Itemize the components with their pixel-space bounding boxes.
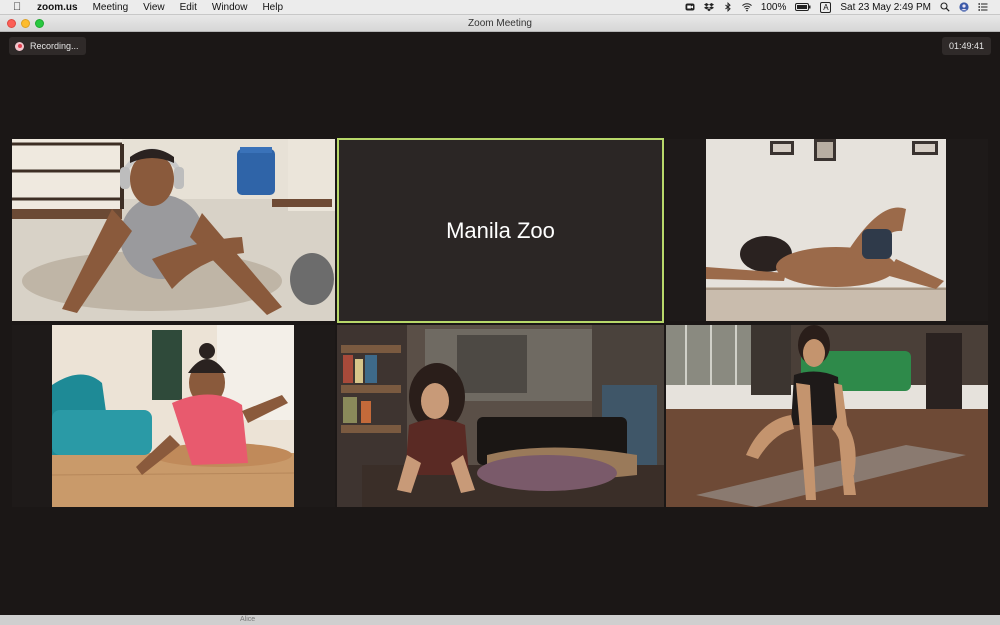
recording-label: Recording... — [30, 41, 79, 51]
user-avatar-icon[interactable] — [959, 2, 969, 12]
menu-help[interactable]: Help — [262, 0, 283, 15]
macos-menu-bar:  zoom.us Meeting View Edit Window Help … — [0, 0, 1000, 15]
minimize-window-button[interactable] — [21, 19, 30, 28]
video-tile-participant-6[interactable] — [666, 325, 988, 507]
menu-clock[interactable]: Sat 23 May 2:49 PM — [840, 0, 931, 15]
meeting-view: Recording... 01:49:41 Manila Zoo — [0, 32, 1000, 615]
participant-video-5 — [337, 325, 664, 507]
video-tile-participant-5[interactable] — [337, 325, 664, 507]
wifi-icon[interactable] — [741, 2, 752, 12]
video-tile-participant-3[interactable] — [666, 139, 988, 321]
menu-window[interactable]: Window — [212, 0, 248, 15]
background-window-strip: Alice — [0, 615, 1000, 625]
participant-video-3 — [666, 139, 988, 321]
window-title: Zoom Meeting — [468, 17, 532, 29]
recording-indicator[interactable]: Recording... — [9, 37, 86, 55]
bluetooth-icon[interactable] — [723, 2, 733, 12]
battery-icon[interactable] — [795, 2, 811, 12]
participant-video-6 — [666, 325, 988, 507]
recording-dot-icon — [15, 41, 24, 51]
spotlight-search-icon[interactable] — [940, 2, 950, 12]
zoom-window-button[interactable] — [35, 19, 44, 28]
menu-edit[interactable]: Edit — [180, 0, 197, 15]
background-label: Alice — [240, 616, 256, 623]
menu-view[interactable]: View — [143, 0, 165, 15]
input-source-indicator[interactable]: A — [820, 1, 832, 13]
dropbox-icon[interactable] — [703, 2, 714, 12]
window-title-bar[interactable]: Zoom Meeting — [0, 15, 1000, 32]
control-center-icon[interactable] — [978, 2, 988, 12]
menu-app-name[interactable]: zoom.us — [37, 0, 78, 15]
zoom-icon[interactable] — [685, 2, 695, 12]
video-tile-name-only[interactable]: Manila Zoo — [337, 138, 664, 323]
menu-meeting[interactable]: Meeting — [93, 0, 129, 15]
participant-video-4 — [12, 325, 335, 507]
close-window-button[interactable] — [7, 19, 16, 28]
video-tile-participant-1[interactable] — [12, 139, 335, 321]
participant-video-1 — [12, 139, 335, 321]
meeting-timer: 01:49:41 — [941, 37, 991, 55]
apple-icon[interactable]:  — [13, 0, 25, 15]
participant-name: Manila Zoo — [446, 217, 555, 243]
video-tile-participant-4[interactable] — [12, 325, 335, 507]
battery-percent: 100% — [760, 1, 787, 13]
